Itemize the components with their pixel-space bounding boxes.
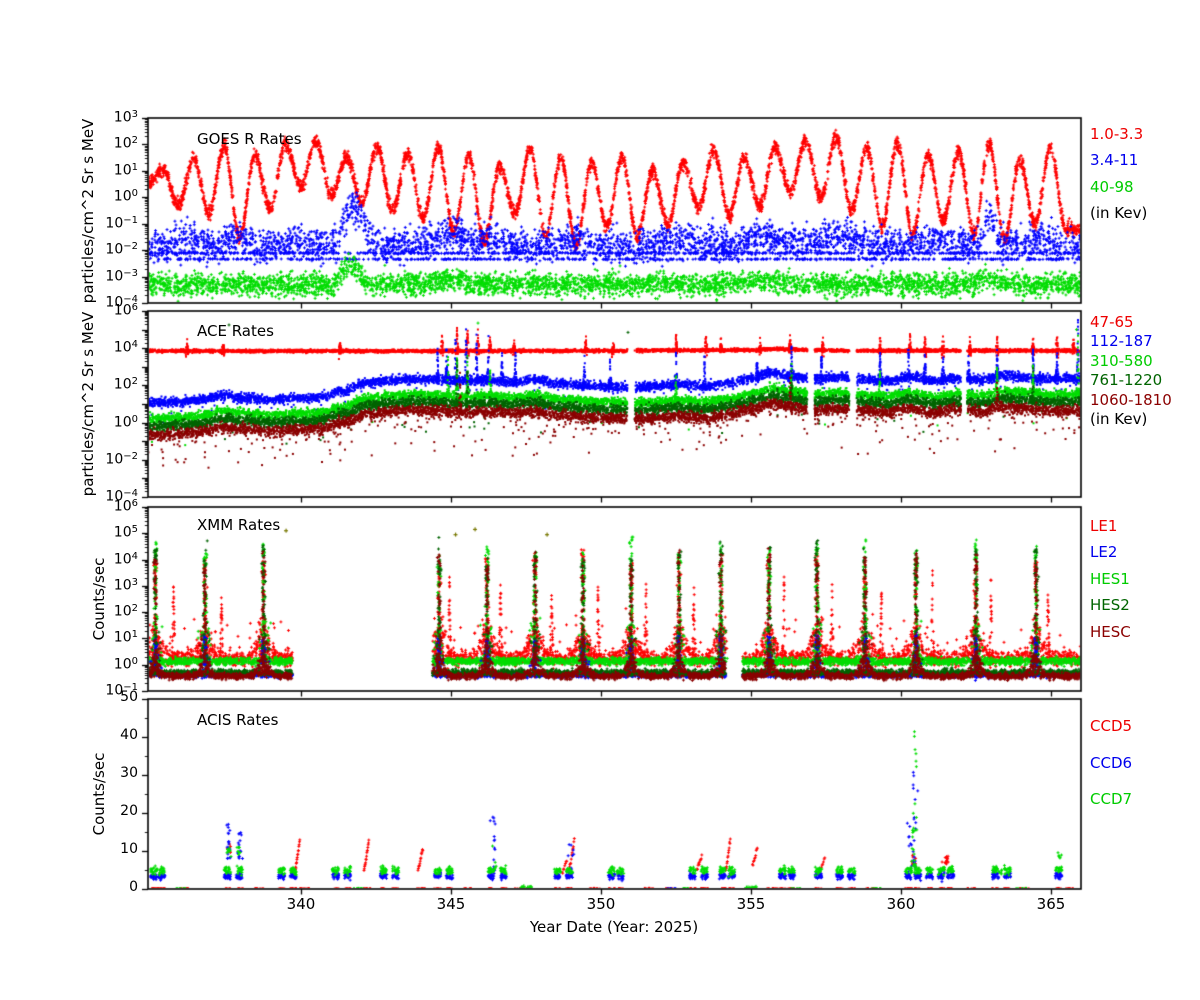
legend-goes: 1.0-3.3 3.4-11 40-98 (in Kev) bbox=[1090, 121, 1198, 226]
legend-entry: CCD6 bbox=[1090, 753, 1133, 772]
x-tick-label: 345 bbox=[436, 895, 466, 913]
y-tick-label: 105 bbox=[113, 524, 138, 541]
y-tick-label: 102 bbox=[113, 376, 138, 394]
y-tick-label: 102 bbox=[113, 603, 138, 620]
legend-entry: 1060-1810 bbox=[1090, 390, 1172, 409]
legend-entry: (in Kev) bbox=[1090, 409, 1148, 428]
legend-entry: 47-65 bbox=[1090, 313, 1134, 331]
y-tick-label: 101 bbox=[113, 629, 138, 647]
y-tick-label: 0 bbox=[129, 879, 138, 895]
y-tick-label: 103 bbox=[113, 109, 138, 126]
y-tick-label: 40 bbox=[120, 727, 138, 743]
legend-entry: HES1 bbox=[1090, 569, 1130, 588]
x-tick-label: 365 bbox=[1036, 895, 1066, 913]
legend-entry: CCD7 bbox=[1090, 790, 1133, 808]
panel-title-xmm: XMM Rates bbox=[197, 516, 281, 534]
y-axis-label-acis: Counts/sec bbox=[90, 752, 108, 836]
y-axis-label-ace: particles/cm^2 Sr s MeV bbox=[79, 311, 97, 497]
y-tick-label: 100 bbox=[113, 188, 138, 205]
legend-entry: 3.4-11 bbox=[1090, 151, 1139, 170]
legend-entry: 310-580 bbox=[1090, 351, 1153, 370]
legend-entry: 112-187 bbox=[1090, 332, 1153, 351]
y-tick-label: 104 bbox=[113, 339, 138, 356]
legend-entry: (in Kev) bbox=[1090, 203, 1148, 222]
legend-entry: 1.0-3.3 bbox=[1090, 125, 1144, 143]
y-tick-label: 10−1 bbox=[105, 214, 138, 232]
y-tick-label: 50 bbox=[120, 689, 138, 705]
y-tick-label: 104 bbox=[113, 550, 138, 568]
x-tick-label: 355 bbox=[736, 895, 766, 913]
legend-entry: 40-98 bbox=[1090, 177, 1134, 196]
panel-title-acis: ACIS Rates bbox=[197, 711, 279, 729]
y-tick-label: 101 bbox=[113, 161, 138, 179]
x-tick-label: 350 bbox=[586, 895, 616, 913]
y-tick-label: 103 bbox=[113, 576, 138, 594]
y-tick-label: 100 bbox=[113, 655, 138, 673]
y-tick-label: 106 bbox=[113, 498, 138, 515]
y-tick-label: 10 bbox=[120, 841, 138, 857]
figure-root: GOES R Rates ACE Rates XMM Rates ACIS Ra… bbox=[0, 0, 1200, 1000]
x-tick-label: 360 bbox=[886, 895, 916, 913]
y-tick-label: 100 bbox=[113, 413, 138, 431]
x-tick-label: 340 bbox=[286, 895, 316, 913]
panel-title-goes: GOES R Rates bbox=[197, 130, 302, 148]
legend-xmm: LE1 LE2 HES1 HES2 HESC bbox=[1090, 513, 1198, 645]
legend-entry: 761-1220 bbox=[1090, 371, 1163, 390]
y-tick-label: 102 bbox=[113, 135, 138, 153]
legend-entry: HESC bbox=[1090, 622, 1131, 641]
legend-entry: CCD5 bbox=[1090, 717, 1133, 735]
panel-title-ace: ACE Rates bbox=[197, 322, 274, 340]
y-tick-label: 30 bbox=[120, 765, 138, 781]
legend-entry: LE1 bbox=[1090, 517, 1118, 535]
legend-entry: LE2 bbox=[1090, 543, 1118, 562]
y-tick-label: 10−2 bbox=[105, 241, 138, 258]
legend-acis: CCD5 CCD6 CCD7 bbox=[1090, 708, 1198, 818]
y-tick-label: 10−2 bbox=[105, 450, 138, 468]
legend-entry: HES2 bbox=[1090, 596, 1130, 615]
x-axis-label: Year Date (Year: 2025) bbox=[529, 918, 699, 936]
y-tick-label: 20 bbox=[120, 803, 138, 819]
y-tick-label: 10−3 bbox=[105, 267, 138, 285]
chart-canvas bbox=[0, 0, 1200, 1000]
y-tick-label: 106 bbox=[113, 302, 138, 319]
legend-ace: 47-65 112-187 310-580 761-1220 1060-1810… bbox=[1090, 313, 1198, 429]
